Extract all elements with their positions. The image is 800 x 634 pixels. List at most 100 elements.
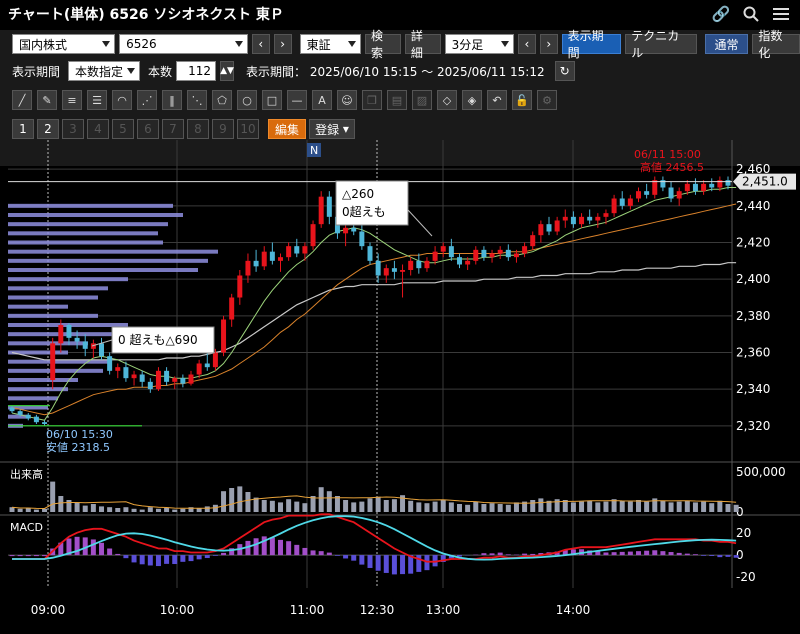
next-code-button[interactable]: › xyxy=(273,34,292,54)
detail-button[interactable]: 詳細 xyxy=(404,29,441,60)
gann-fan-icon[interactable]: ⋱ xyxy=(187,90,207,110)
high-label-time: 06/11 15:00 xyxy=(634,148,701,161)
select-icon[interactable]: ▨ xyxy=(412,90,432,110)
volume-profile-bar xyxy=(8,304,68,309)
macd-histogram-bar xyxy=(188,555,194,562)
page-tab-8[interactable]: 8 xyxy=(187,119,209,139)
volume-bar xyxy=(25,508,31,512)
page-tab-5[interactable]: 5 xyxy=(112,119,134,139)
trendline-icon[interactable]: ╱ xyxy=(12,90,32,110)
candle-body xyxy=(473,249,479,261)
page-tab-10[interactable]: 10 xyxy=(237,119,259,139)
interval-select[interactable]: 3分足 xyxy=(444,34,514,54)
volume-bar xyxy=(42,508,48,512)
macd-histogram-bar xyxy=(359,555,365,565)
volume-bar xyxy=(74,502,80,512)
count-input[interactable]: 112 xyxy=(176,61,217,81)
page-tab-9[interactable]: 9 xyxy=(212,119,234,139)
macd-histogram-bar xyxy=(481,553,487,556)
prev-interval-button[interactable]: ‹ xyxy=(517,34,536,54)
technical-button[interactable]: テクニカル xyxy=(625,29,697,60)
settings-icon[interactable]: ⚙ xyxy=(537,90,557,110)
overlays: 06/11 15:00高値 2456.5 06/10 15:30安値 2318.5… xyxy=(8,143,796,454)
list-icon[interactable]: ▤ xyxy=(387,90,407,110)
volume-bar xyxy=(66,500,72,512)
edit-button[interactable]: 編集 xyxy=(268,119,306,139)
volume-profile-bar xyxy=(8,213,183,217)
link-icon[interactable]: 🔗 xyxy=(712,5,731,23)
arc-icon[interactable]: ◠ xyxy=(112,90,132,110)
fibonacci-icon[interactable]: ☰ xyxy=(87,90,107,110)
search-button[interactable]: 検索 xyxy=(365,29,401,60)
code-select-value: 6526 xyxy=(126,37,157,51)
macd-histogram-bar xyxy=(636,551,641,556)
reset-icon[interactable]: ↻ xyxy=(554,61,575,81)
candle-body xyxy=(554,220,560,232)
lock-icon[interactable]: 🔓 xyxy=(512,90,532,110)
menu-icon[interactable] xyxy=(772,5,790,23)
macd-histogram-bar xyxy=(90,539,96,556)
macd-histogram-bar xyxy=(155,555,161,567)
macd-histogram-bar xyxy=(530,553,536,556)
hline-icon[interactable]: — xyxy=(287,90,307,110)
candle-body xyxy=(692,183,698,192)
fan-icon[interactable]: ⋰ xyxy=(137,90,157,110)
page-tab-1[interactable]: 1 xyxy=(12,119,34,139)
erase-all-icon[interactable]: ◈ xyxy=(462,90,482,110)
next-interval-button[interactable]: › xyxy=(539,34,558,54)
volume-bar xyxy=(278,502,283,512)
search-icon[interactable] xyxy=(742,5,760,23)
macd-histogram-bar xyxy=(204,555,210,559)
macd-histogram-bar xyxy=(326,552,332,556)
candle-body xyxy=(42,422,48,424)
exchange-select[interactable]: 東証 xyxy=(299,34,362,54)
volume-bar xyxy=(489,503,495,512)
page-tab-3[interactable]: 3 xyxy=(62,119,84,139)
normal-button[interactable]: 通常 xyxy=(704,34,749,54)
count-mode-select[interactable]: 本数指定 xyxy=(68,61,141,81)
text-icon[interactable]: A xyxy=(312,90,332,110)
macd-histogram-bar xyxy=(196,555,202,560)
page-tab-2[interactable]: 2 xyxy=(37,119,59,139)
prev-code-button[interactable]: ‹ xyxy=(251,34,270,54)
volume-bar xyxy=(725,504,731,512)
count-stepper[interactable]: ▲▼ xyxy=(220,61,235,81)
macd-histogram-bar xyxy=(42,555,48,557)
period-button[interactable]: 表示期間 xyxy=(561,29,622,60)
page-tab-4[interactable]: 4 xyxy=(87,119,109,139)
register-button[interactable]: 登録 ▾ xyxy=(309,119,355,139)
eraser-icon[interactable]: ◇ xyxy=(437,90,457,110)
time-tick-label: 13:00 xyxy=(426,603,461,617)
copy-icon[interactable]: ❐ xyxy=(362,90,382,110)
macd-label: MACD xyxy=(10,521,43,534)
volume-profile-bar xyxy=(8,387,68,392)
macd-histogram-bar xyxy=(619,551,625,556)
undo-icon[interactable]: ↶ xyxy=(487,90,507,110)
pentagon-icon[interactable]: ⬠ xyxy=(212,90,232,110)
code-select[interactable]: 6526 xyxy=(119,34,248,54)
macd-histogram-bar xyxy=(334,555,340,556)
chart-area[interactable]: 06/11 15:00高値 2456.5 06/10 15:30安値 2318.5… xyxy=(0,140,800,634)
price-tick-label: 2,400 xyxy=(736,272,770,286)
icon-stamp-icon[interactable]: ☺ xyxy=(337,90,357,110)
page-tab-6[interactable]: 6 xyxy=(137,119,159,139)
time-tick-label: 14:00 xyxy=(556,603,591,617)
candle-body xyxy=(400,270,406,272)
macd-histogram-bar xyxy=(701,555,707,556)
market-select[interactable]: 国内株式 xyxy=(12,34,116,54)
pen-icon[interactable]: ✎ xyxy=(37,90,57,110)
candle-body xyxy=(505,249,511,258)
horizontal-lines-icon[interactable]: ≡ xyxy=(62,90,82,110)
candle-body xyxy=(326,196,332,217)
candle-body xyxy=(424,260,430,269)
page-tab-7[interactable]: 7 xyxy=(162,119,184,139)
index-button[interactable]: 指数化 xyxy=(752,29,800,60)
macd-histogram-bar xyxy=(489,553,495,556)
circle-icon[interactable]: ○ xyxy=(237,90,257,110)
volume-bar xyxy=(294,501,300,512)
rectangle-icon[interactable]: □ xyxy=(262,90,282,110)
volume-bar xyxy=(212,504,218,512)
volume-bar xyxy=(644,501,650,512)
candle-body xyxy=(676,191,682,199)
vertical-lines-icon[interactable]: ‖ xyxy=(162,90,182,110)
